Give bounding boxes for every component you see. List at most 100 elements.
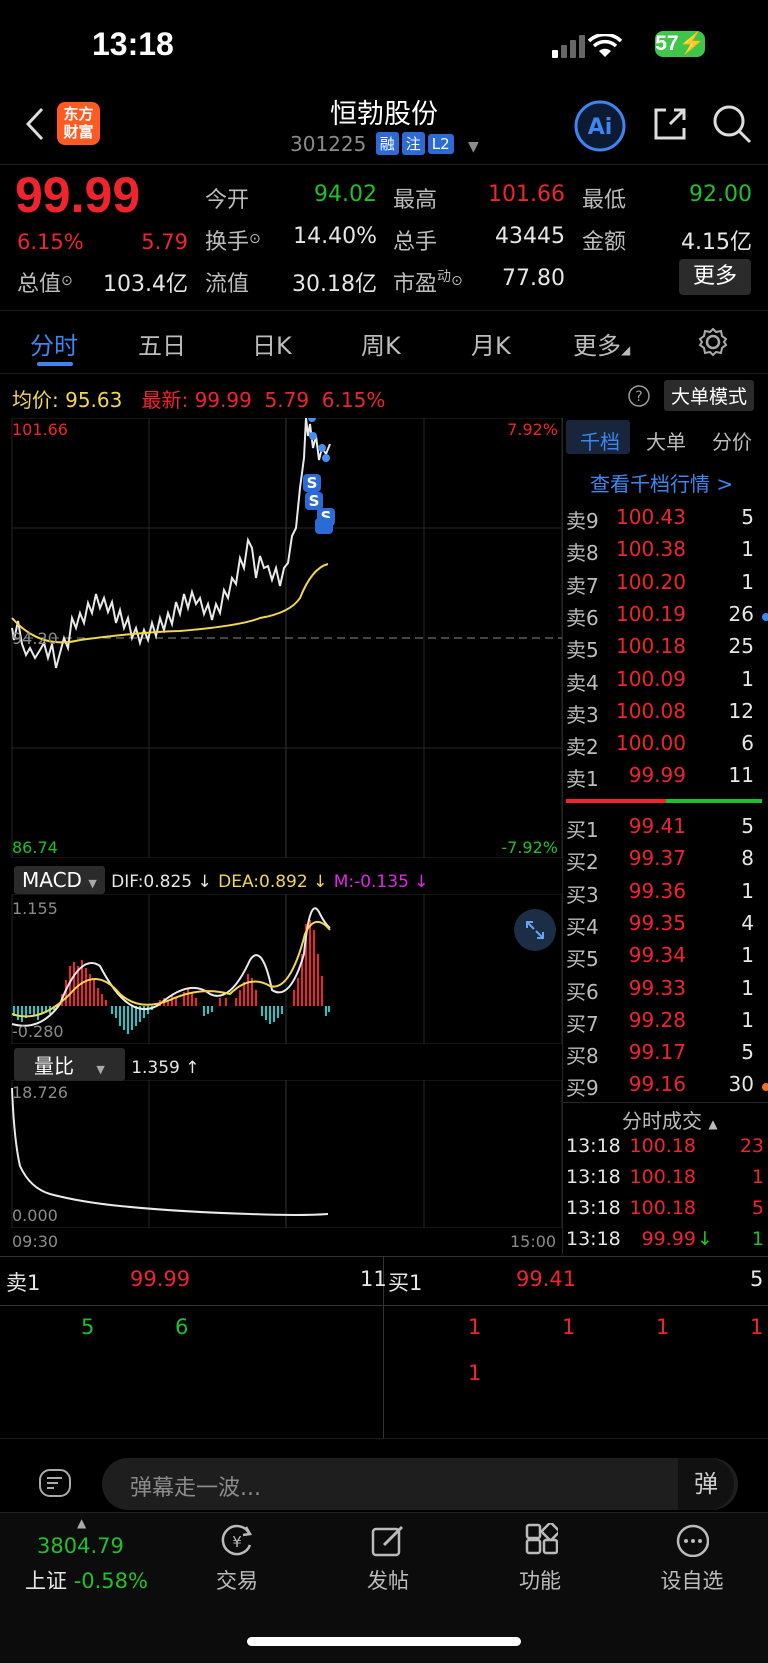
bid-row[interactable]: 买9 99.16 30	[566, 1072, 768, 1102]
tick-volume: 1	[751, 1166, 764, 1188]
help-icon[interactable]: ?	[627, 384, 651, 408]
danmu-toggle-icon[interactable]: 弹	[678, 1458, 734, 1510]
bid-price: 99.17	[628, 1040, 686, 1065]
change-amount: 5.79	[141, 230, 188, 254]
tick-price: 100.18	[629, 1197, 696, 1219]
ask-price: 100.43	[616, 505, 686, 529]
bid-order-qty: 1	[750, 1315, 764, 1339]
open-label: 今开	[205, 188, 250, 213]
prev-close-label: 94.20	[12, 629, 58, 648]
svg-text:S: S	[309, 492, 320, 510]
ask-row[interactable]: 卖8 100.38 1	[566, 537, 766, 567]
expand-chart-button[interactable]	[514, 909, 556, 951]
status-time: 13:18	[92, 26, 174, 62]
tick-volume: 1	[751, 1228, 764, 1250]
tab-monthly-k[interactable]: 月K	[471, 326, 511, 361]
tab-intraday[interactable]: 分时	[30, 326, 78, 361]
orderbook-tab-price[interactable]: 分价	[712, 426, 752, 455]
collapse-index-icon[interactable]: ▲	[77, 1516, 86, 1530]
intraday-price-chart[interactable]: S S S	[0, 418, 562, 858]
ask-row[interactable]: 卖2 100.00 6	[566, 731, 766, 761]
bid-row[interactable]: 买3 99.36 1	[566, 879, 766, 909]
orderbook-tab-big-order[interactable]: 大单	[646, 426, 686, 455]
tick-volume: 23	[739, 1135, 764, 1157]
ask-qty: 1	[741, 537, 754, 562]
settings-icon[interactable]	[698, 327, 728, 357]
bid-row[interactable]: 买5 99.34 1	[566, 943, 766, 973]
amount-label: 金额	[582, 230, 627, 255]
volume-ratio-chart[interactable]	[0, 1080, 562, 1228]
bid-row[interactable]: 买7 99.28 1	[566, 1008, 766, 1038]
down-arrow-icon: ↓	[697, 1228, 713, 1250]
ask-qty: 6	[741, 731, 754, 756]
level-bid-price: 99.41	[516, 1267, 577, 1291]
ask-row[interactable]: 卖1 99.99 11	[566, 763, 766, 793]
bid-price: 99.33	[628, 975, 686, 1000]
nav-post[interactable]: 发帖	[338, 1565, 438, 1595]
tick-time: 13:18	[566, 1166, 621, 1188]
functions-icon[interactable]	[524, 1523, 558, 1557]
ask-row[interactable]: 卖9 100.43 5	[566, 505, 766, 535]
bid-qty: 8	[741, 846, 754, 871]
level-bid-label: 买1	[388, 1271, 423, 1295]
post-icon[interactable]	[370, 1523, 404, 1557]
trade-icon[interactable]: ¥	[219, 1523, 253, 1557]
index-ticker[interactable]: 上证 -0.58%	[25, 1565, 148, 1595]
nav-trade[interactable]: 交易	[187, 1565, 287, 1595]
ask-qty: 26	[728, 601, 754, 626]
bid-row[interactable]: 买8 99.17 5	[566, 1040, 766, 1070]
bid-row[interactable]: 买1 99.41 5	[566, 814, 766, 844]
bid-row[interactable]: 买2 99.37 8	[566, 846, 766, 876]
pe-value: 77.80	[502, 266, 565, 291]
pct-axis-high: 7.92%	[507, 420, 558, 439]
bid-price: 99.35	[628, 910, 686, 935]
macd-toolbar: MACD ▼ DIF:0.825 ↓ DEA:0.892 ↓ M:-0.135 …	[14, 866, 429, 894]
ask-row[interactable]: 卖7 100.20 1	[566, 570, 766, 600]
macd-chart[interactable]	[0, 894, 562, 1044]
nav-add-watchlist[interactable]: 设自选	[642, 1565, 742, 1595]
tab-more[interactable]: 更多◢	[573, 326, 630, 361]
macd-dea: DEA:0.892 ↓	[218, 872, 328, 892]
bid-price: 99.28	[628, 1007, 686, 1032]
ask-row[interactable]: 卖4 100.09 1	[566, 667, 766, 697]
ask-price: 100.20	[616, 569, 686, 594]
ticks-header[interactable]: 分时成交 ▲	[622, 1105, 718, 1134]
tab-five-day[interactable]: 五日	[138, 326, 186, 361]
more-quote-button[interactable]: 更多	[679, 259, 751, 295]
index-value[interactable]: 3804.79	[37, 1534, 124, 1558]
tab-daily-k[interactable]: 日K	[252, 326, 292, 361]
level-ask-qty: 11	[360, 1267, 387, 1291]
bid-level-label: 买4	[566, 914, 599, 939]
time-axis-end: 15:00	[510, 1232, 557, 1251]
volume-ratio-select[interactable]: 量比 ▼	[14, 1048, 125, 1081]
ask-row[interactable]: 卖5 100.18 25	[566, 634, 766, 664]
ask-row[interactable]: 卖3 100.08 12	[566, 699, 766, 729]
big-order-mode-button[interactable]: 大单模式	[664, 380, 755, 411]
time-axis-start: 09:30	[12, 1232, 59, 1251]
bid-row[interactable]: 买6 99.33 1	[566, 976, 766, 1006]
macd-axis-low: -0.280	[12, 1022, 64, 1041]
add-watchlist-icon[interactable]	[675, 1523, 709, 1557]
tick-price: 100.18	[629, 1166, 696, 1188]
macd-indicator-select[interactable]: MACD ▼	[14, 866, 105, 894]
danmu-list-icon[interactable]	[38, 1466, 72, 1500]
nav-functions[interactable]: 功能	[490, 1565, 590, 1595]
ai-icon[interactable]: Ai	[573, 99, 627, 153]
tab-weekly-k[interactable]: 周K	[361, 326, 401, 361]
stock-code: 301225	[290, 132, 367, 156]
tick-price: 99.99	[641, 1228, 696, 1250]
active-tab-indicator	[37, 362, 73, 366]
stock-code-line[interactable]: 301225 融注 L2 ▼	[290, 132, 479, 156]
turnover-value: 14.40%	[293, 224, 377, 249]
float-value: 30.18亿	[292, 272, 377, 297]
bid-price: 99.41	[628, 814, 686, 838]
search-icon[interactable]	[710, 102, 754, 146]
margin-tag: 融	[375, 132, 399, 155]
view-depth-link[interactable]: 查看千档行情 >	[590, 468, 733, 497]
bid-qty: 1	[741, 943, 754, 968]
current-price: 99.99	[15, 167, 141, 223]
ask-row[interactable]: 卖6 100.19 26	[566, 601, 768, 632]
orderbook-tab-depth[interactable]: 千档	[580, 426, 620, 455]
share-icon[interactable]	[650, 104, 690, 144]
bid-row[interactable]: 买4 99.35 4	[566, 911, 766, 941]
